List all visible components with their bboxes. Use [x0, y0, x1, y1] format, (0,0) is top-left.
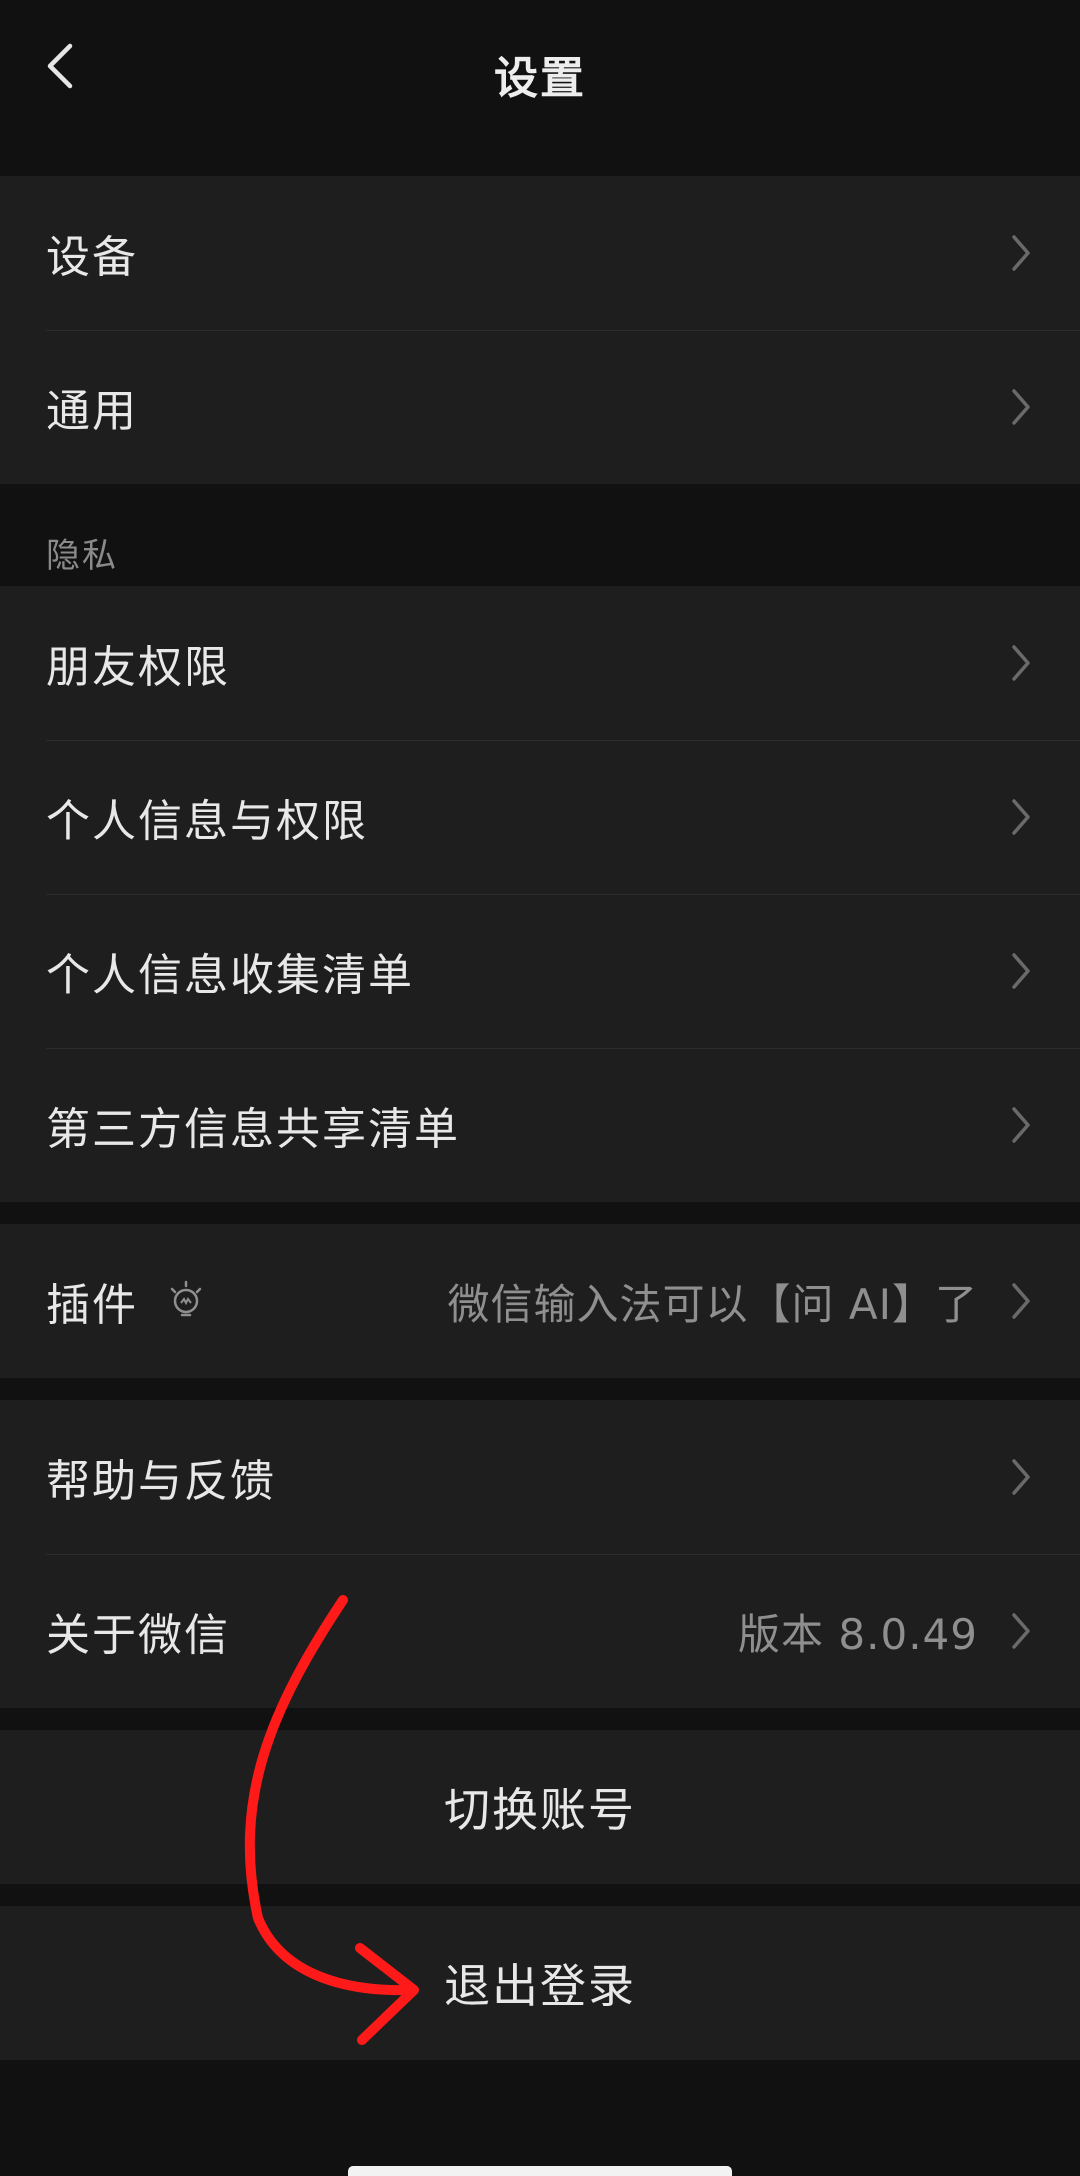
- settings-item-label: 设备: [46, 232, 138, 283]
- nav-header: 设置: [0, 0, 1080, 133]
- chevron-right-icon: [1012, 389, 1030, 425]
- chevron-right-icon: [1012, 1283, 1030, 1319]
- chevron-right-icon: [1012, 799, 1030, 835]
- settings-item-label: 通用: [46, 386, 138, 437]
- chevron-right-icon: [1012, 235, 1030, 271]
- settings-item-help-feedback[interactable]: 帮助与反馈: [0, 1400, 1080, 1554]
- settings-item-third-party-sharing[interactable]: 第三方信息共享清单: [0, 1048, 1080, 1202]
- settings-group-help: 帮助与反馈 关于微信 版本 8.0.49: [0, 1400, 1080, 1708]
- settings-group-general: 设备 通用: [0, 176, 1080, 484]
- settings-item-personal-info-collection[interactable]: 个人信息收集清单: [0, 894, 1080, 1048]
- settings-item-devices[interactable]: 设备: [0, 176, 1080, 330]
- settings-item-label: 朋友权限: [46, 642, 230, 693]
- settings-item-about[interactable]: 关于微信 版本 8.0.49: [0, 1554, 1080, 1708]
- chevron-right-icon: [1012, 1613, 1030, 1649]
- switch-account-button[interactable]: 切换账号: [0, 1730, 1080, 1884]
- settings-item-label: 插件: [46, 1280, 138, 1331]
- version-value: 版本 8.0.49: [738, 1609, 978, 1659]
- lightbulb-icon: [170, 1280, 202, 1317]
- logout-button[interactable]: 退出登录: [0, 1906, 1080, 2060]
- settings-item-plugins[interactable]: 插件 微信输入法可以【问 AI】了: [0, 1224, 1080, 1378]
- settings-item-label: 帮助与反馈: [46, 1456, 276, 1507]
- settings-item-general[interactable]: 通用: [0, 330, 1080, 484]
- settings-item-label: 个人信息收集清单: [46, 950, 414, 1001]
- settings-page: 设置 设备 通用 隐私 朋友权限 个人信息与权限 个人信息收集清单 第三方信息共…: [0, 0, 1080, 2176]
- section-label-privacy: 隐私: [46, 536, 118, 576]
- chevron-right-icon: [1012, 1459, 1030, 1495]
- logout-label: 退出登录: [444, 1959, 636, 2013]
- settings-item-personal-info-permissions[interactable]: 个人信息与权限: [0, 740, 1080, 894]
- settings-item-label: 关于微信: [46, 1610, 230, 1661]
- page-title: 设置: [494, 53, 586, 104]
- settings-group-privacy: 朋友权限 个人信息与权限 个人信息收集清单 第三方信息共享清单: [0, 586, 1080, 1202]
- chevron-right-icon: [1012, 645, 1030, 681]
- switch-account-label: 切换账号: [444, 1783, 636, 1837]
- chevron-right-icon: [1012, 1107, 1030, 1143]
- home-indicator[interactable]: [348, 2166, 732, 2176]
- plugin-promo-text: 微信输入法可以【问 AI】了: [447, 1279, 978, 1329]
- settings-group-plugins: 插件 微信输入法可以【问 AI】了: [0, 1224, 1080, 1378]
- chevron-right-icon: [1012, 953, 1030, 989]
- settings-item-label: 第三方信息共享清单: [46, 1104, 460, 1155]
- settings-item-label: 个人信息与权限: [46, 796, 368, 847]
- settings-item-friend-permissions[interactable]: 朋友权限: [0, 586, 1080, 740]
